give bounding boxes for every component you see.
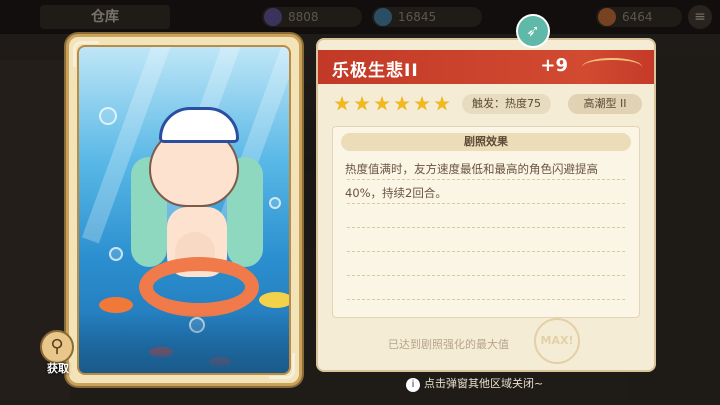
- swim-ring: [139, 257, 259, 317]
- seabed: [79, 313, 289, 373]
- star-icon: ★: [353, 93, 371, 115]
- star-icon: ★: [433, 93, 451, 115]
- sailor-hat: [159, 107, 239, 143]
- star-icon: ★: [333, 93, 351, 115]
- clownfish-icon: [99, 297, 133, 313]
- photo-card: [66, 34, 302, 386]
- bubble: [269, 197, 281, 209]
- hint-text: 点击弹窗其他区域关闭~: [424, 377, 544, 390]
- type-tag: 高潮型 II: [568, 94, 642, 114]
- card-corner-ornament: [73, 41, 99, 67]
- bubble: [99, 107, 117, 125]
- star-icon: ★: [373, 93, 391, 115]
- max-note: 已达到剧照强化的最大值: [388, 338, 509, 351]
- info-icon: i: [406, 378, 420, 392]
- card-name: 乐极生悲II: [332, 61, 419, 81]
- trigger-tag: 触发：热度75: [462, 94, 551, 114]
- card-illustration: [77, 45, 291, 375]
- swirl-ornament: [582, 58, 642, 76]
- title-band: 乐极生悲II +9: [318, 50, 654, 84]
- rocket-icon[interactable]: ➶: [516, 14, 550, 48]
- divider: [347, 227, 625, 228]
- star-icon: ★: [393, 93, 411, 115]
- get-label[interactable]: 获取: [38, 360, 78, 376]
- effect-title: 剧照效果: [341, 133, 631, 151]
- close-hint: i 点击弹窗其他区域关闭~: [406, 375, 543, 392]
- search-icon[interactable]: ⚲: [40, 330, 74, 364]
- divider: [347, 203, 625, 204]
- effect-text: 热度值满时，友方速度最低和最高的角色闪避提高40%，持续2回合。: [345, 162, 598, 200]
- card-level: +9: [540, 55, 568, 76]
- star-rating: ★ ★ ★ ★ ★ ★ 触发：热度75 高潮型 II: [332, 94, 642, 116]
- detail-panel: 乐极生悲II +9 ★ ★ ★ ★ ★ ★ 触发：热度75 高潮型 II 剧照效果 热度值…: [318, 40, 654, 370]
- divider: [347, 275, 625, 276]
- divider: [347, 251, 625, 252]
- divider: [347, 179, 625, 180]
- angelfish-icon: [259, 292, 289, 308]
- card-corner-ornament: [269, 353, 295, 379]
- star-icon: ★: [413, 93, 431, 115]
- effect-box: 剧照效果 热度值满时，友方速度最低和最高的角色闪避提高40%，持续2回合。: [332, 126, 640, 318]
- divider: [347, 299, 625, 300]
- bubble: [109, 247, 123, 261]
- max-seal: MAX!: [534, 318, 580, 364]
